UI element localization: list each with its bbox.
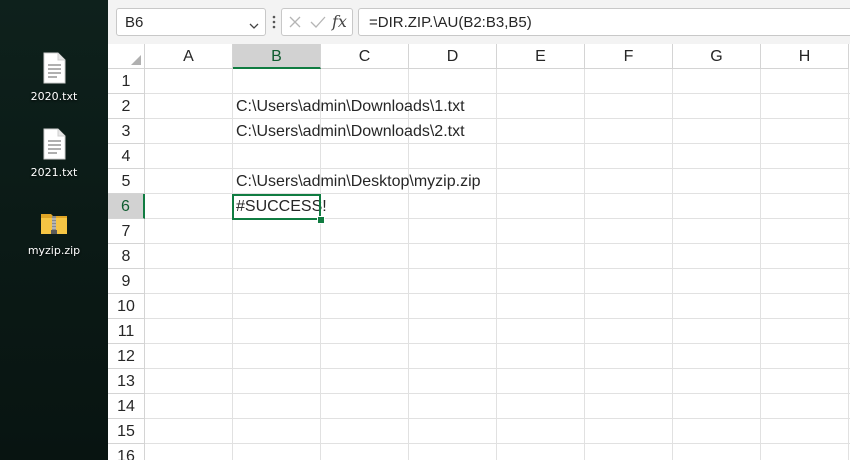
cell-B2[interactable]: C:\Users\admin\Downloads\1.txt [233,94,465,119]
formula-bar: B6 fx =DIR.ZIP.\AU(B2:B3,B5) [108,0,850,44]
name-box-value: B6 [125,14,144,31]
column-header-f[interactable]: F [585,44,673,69]
row-header-3[interactable]: 3 [108,119,145,144]
chevron-down-icon[interactable] [249,18,259,29]
formula-tools: fx [281,8,353,36]
row-header-1[interactable]: 1 [108,69,145,94]
text-file-icon [40,52,68,84]
row-headers: 1 2 3 4 5 6 7 8 9 10 11 12 13 14 15 16 [108,69,145,460]
desktop-icon-label: 2021.txt [30,166,78,179]
column-header-a[interactable]: A [145,44,233,69]
row-header-6[interactable]: 6 [108,194,145,219]
row-header-13[interactable]: 13 [108,369,145,394]
desktop-icon-label: myzip.zip [27,244,81,257]
zip-folder-icon [40,206,68,238]
row-header-15[interactable]: 15 [108,419,145,444]
row-header-14[interactable]: 14 [108,394,145,419]
desktop-icon-2020-txt[interactable]: 2020.txt [10,52,98,103]
desktop-icon-label: 2020.txt [30,90,78,103]
cell-B3[interactable]: C:\Users\admin\Downloads\2.txt [233,119,465,144]
select-all-icon [131,55,141,65]
insert-function-button[interactable]: fx [332,12,347,31]
column-header-h[interactable]: H [761,44,849,69]
checkmark-icon[interactable] [310,15,326,29]
select-all-button[interactable] [108,44,145,69]
row-header-10[interactable]: 10 [108,294,145,319]
excel-window: B6 fx =DIR.ZIP.\AU(B2:B3,B5) A B C D E F… [108,0,850,460]
formula-text: =DIR.ZIP.\AU(B2:B3,B5) [369,14,532,31]
cancel-icon[interactable] [288,15,302,29]
text-file-icon [40,128,68,160]
active-cell-border [232,194,321,220]
more-options-icon[interactable] [271,13,277,31]
desktop-icon-myzip-zip[interactable]: myzip.zip [10,206,98,257]
cell-grid[interactable]: C:\Users\admin\Downloads\1.txt C:\Users\… [145,69,850,460]
column-header-g[interactable]: G [673,44,761,69]
column-header-b[interactable]: B [233,44,321,69]
desktop-icon-2021-txt[interactable]: 2021.txt [10,128,98,179]
desktop: 2020.txt 2021.txt myzip.zip [0,0,108,460]
cell-B5[interactable]: C:\Users\admin\Desktop\myzip.zip [233,169,481,194]
row-header-9[interactable]: 9 [108,269,145,294]
column-header-c[interactable]: C [321,44,409,69]
row-header-5[interactable]: 5 [108,169,145,194]
row-header-2[interactable]: 2 [108,94,145,119]
formula-input[interactable]: =DIR.ZIP.\AU(B2:B3,B5) [358,8,850,36]
row-header-16[interactable]: 16 [108,444,145,460]
fill-handle[interactable] [317,216,325,224]
column-header-d[interactable]: D [409,44,497,69]
column-header-e[interactable]: E [497,44,585,69]
row-header-8[interactable]: 8 [108,244,145,269]
row-header-4[interactable]: 4 [108,144,145,169]
row-header-7[interactable]: 7 [108,219,145,244]
row-header-11[interactable]: 11 [108,319,145,344]
row-header-12[interactable]: 12 [108,344,145,369]
name-box[interactable]: B6 [116,8,266,36]
column-headers: ABCDEFGH [145,44,850,69]
